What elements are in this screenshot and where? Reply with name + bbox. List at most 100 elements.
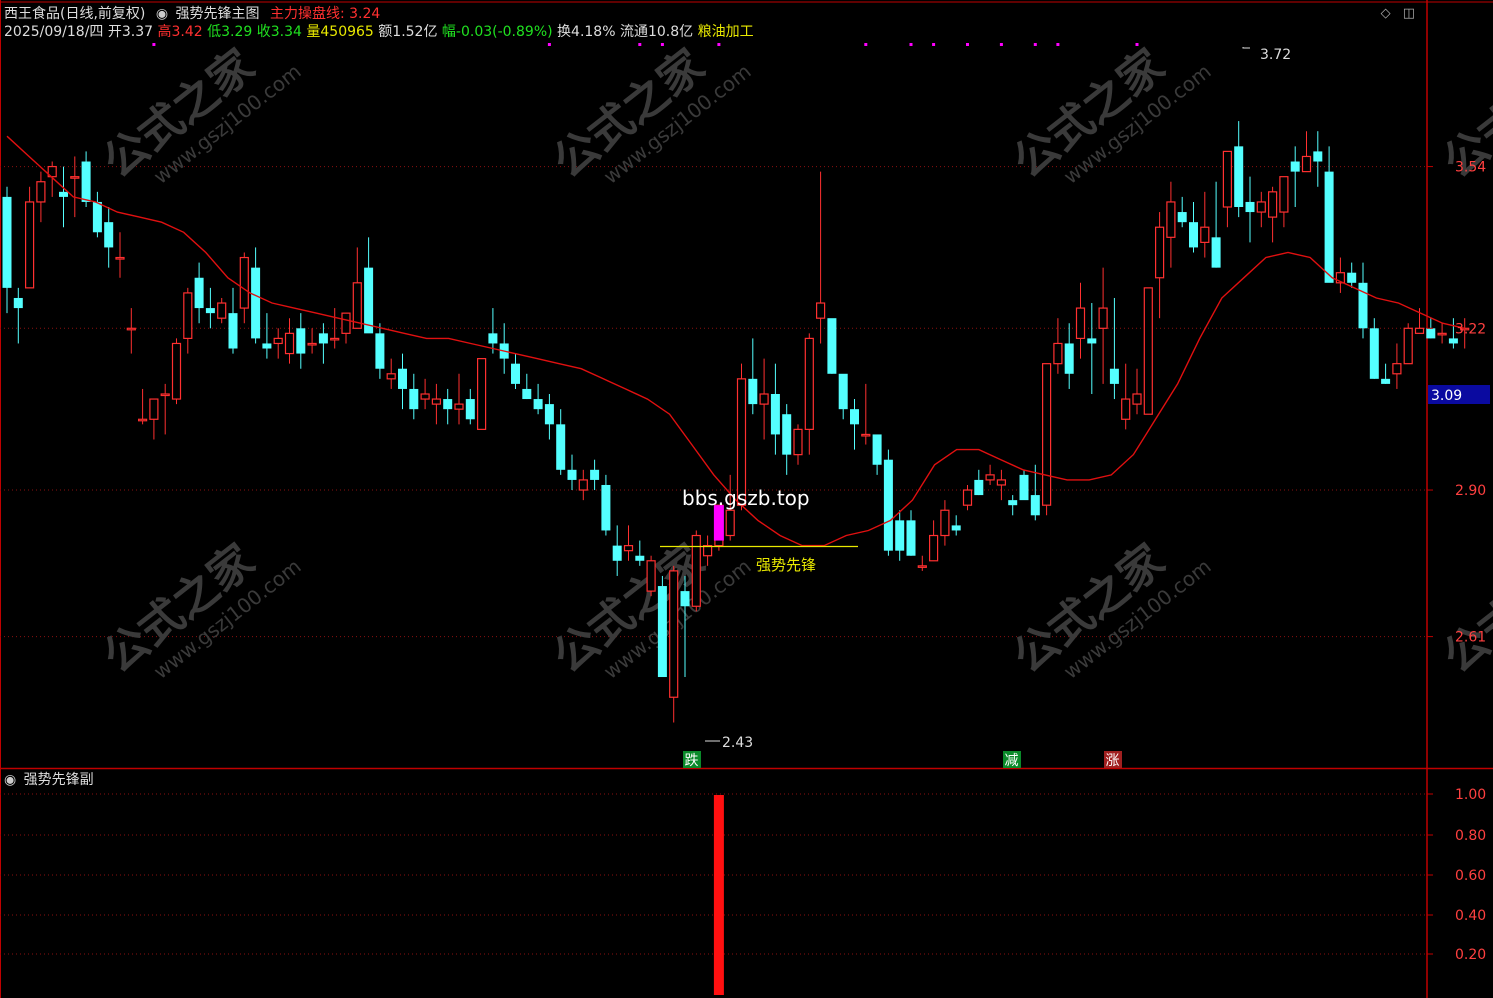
candlestick [420, 378, 430, 410]
candle-body [420, 393, 430, 400]
candle-body [25, 201, 35, 289]
candle-body [646, 560, 656, 592]
candlestick [284, 318, 295, 364]
ma-label: 主力操盘线: [269, 6, 345, 22]
candle-body [1019, 474, 1029, 501]
candle-body [680, 591, 690, 607]
candlestick [590, 459, 600, 491]
high-label: 高 [157, 24, 172, 40]
max-arrow [1242, 47, 1250, 49]
candle-body [454, 403, 464, 410]
axis-tick-label: 2.90 [1455, 483, 1486, 499]
candlestick [1109, 297, 1119, 400]
candlestick [770, 363, 780, 455]
header-line2: 2025/09/18/四 开3.37 高3.42 低3.29 收3.34 量45… [4, 24, 754, 40]
candlestick [748, 338, 758, 415]
header-line1: 西王食品(日线,前复权) ◉ 强势先锋主图 主力操盘线: 3.24 [4, 6, 380, 22]
candle-body [1437, 332, 1447, 336]
candle-body [782, 414, 792, 455]
window-toggle-icon[interactable]: ◫ [1403, 6, 1415, 21]
candlestick [171, 338, 182, 405]
candle-body [1369, 328, 1379, 379]
candlestick [307, 328, 317, 354]
candle-body [567, 469, 577, 480]
candlestick [1313, 131, 1323, 187]
sub-panel-header: ◉ 强势先锋副 [4, 772, 94, 788]
candle-body [1189, 222, 1198, 248]
candlestick [793, 424, 803, 465]
close-value: 3.34 [270, 24, 302, 40]
candlestick [1098, 267, 1108, 384]
candle-body [273, 337, 283, 345]
candlestick [386, 358, 396, 389]
signal-dot [999, 43, 1003, 46]
stock-name[interactable]: 西王食品(日线,前复权) [4, 6, 145, 22]
candlestick [318, 323, 328, 364]
candle-body [262, 343, 272, 349]
watermark: 公式之家www.gszj100.com [1004, 535, 1216, 684]
candle-body [748, 378, 758, 405]
float-label: 流通 [619, 24, 648, 40]
candle-body [511, 363, 520, 384]
candlestick [996, 469, 1007, 501]
price-axis: 3.54 3.22 2.90 2.61 3.09 1.00 0.80 0.60 0.40 0.20 [1427, 160, 1490, 963]
candle-body [974, 479, 984, 496]
candlestick [1132, 368, 1142, 415]
candlestick [1200, 191, 1210, 258]
watermarks: 公式之家www.gszj100.com 公式之家www.gszj100.com 公式… [94, 40, 1493, 684]
candlestick [556, 409, 566, 475]
candle-body [307, 342, 317, 346]
candlestick [1347, 262, 1357, 288]
candle-body [1222, 150, 1233, 208]
candle-body [657, 586, 667, 678]
candle-body [1256, 201, 1266, 213]
candle-body [1200, 226, 1210, 243]
candle-body [533, 399, 543, 410]
candlestick [1211, 181, 1221, 268]
sub-axis-tick-label: 0.20 [1455, 947, 1486, 963]
candlestick [623, 525, 634, 561]
candle-body [36, 181, 46, 203]
indicator-name[interactable]: 强势先锋主图 [176, 6, 260, 22]
candlestick [1335, 257, 1346, 293]
turnover-label: 换 [557, 24, 572, 40]
candlestick [691, 530, 701, 612]
candlestick [782, 404, 792, 475]
candle-body [1109, 368, 1119, 384]
indicator-toggle-icon[interactable]: ◉ [156, 6, 168, 22]
low-value: 3.29 [221, 24, 253, 40]
candle-body [1087, 338, 1097, 344]
candlestick [1041, 363, 1052, 516]
candlestick [544, 394, 554, 440]
sub-toggle-icon[interactable]: ◉ [4, 772, 16, 788]
candle-body [1245, 201, 1255, 213]
candlestick [477, 358, 487, 430]
candlestick [25, 186, 35, 289]
sector-text[interactable]: 粮油加工 [698, 24, 754, 40]
marker-label: 涨 [1106, 753, 1120, 769]
candlestick [92, 191, 102, 238]
candle-body [1426, 328, 1436, 339]
watermark: 公式之家www.gszj100.com [544, 40, 756, 189]
ma-value: 3.24 [349, 6, 381, 22]
diamond-icon[interactable]: ◇ [1381, 6, 1391, 21]
sub-panel-title[interactable]: 强势先锋副 [24, 772, 94, 788]
watermark: 公式之家www.gszj100.com [544, 535, 756, 684]
candlestick [183, 287, 193, 354]
candlestick [330, 308, 340, 349]
candle-body [1177, 212, 1187, 223]
ma-line [6, 135, 1465, 547]
candle-body [1030, 495, 1040, 516]
candlestick [1019, 469, 1029, 501]
sub-axis-tick-label: 1.00 [1455, 787, 1486, 803]
candlestick [1267, 186, 1278, 243]
amount-label: 额 [378, 24, 393, 40]
candlestick [1075, 282, 1086, 359]
axis-tick-label: 3.22 [1455, 321, 1486, 337]
candlestick [838, 373, 848, 420]
candle-body [895, 520, 905, 551]
candle-body [850, 409, 859, 425]
candlestick [1358, 262, 1368, 339]
candlestick [1234, 121, 1244, 218]
candlestick [1222, 150, 1233, 228]
